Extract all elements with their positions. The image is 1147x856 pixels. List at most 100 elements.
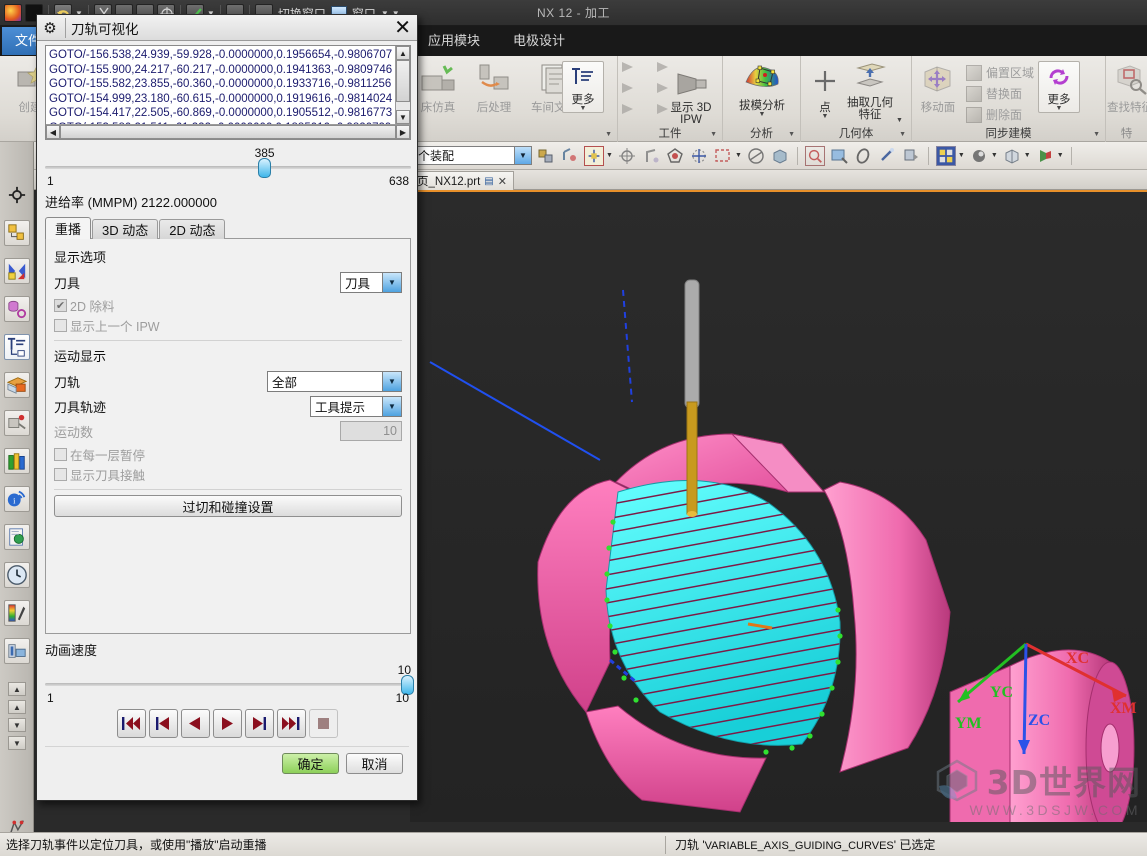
forward-to-end-button[interactable] (276, 709, 306, 738)
chevron-down-icon[interactable]: ▼ (759, 111, 766, 118)
ribbon-group-expand-icon[interactable]: ▼ (605, 131, 612, 138)
datum-csys-icon[interactable] (689, 146, 709, 166)
checkbox-icon[interactable] (54, 467, 67, 481)
checkbox-pause-each-layer[interactable]: 在每一层暂停 (54, 444, 402, 464)
ribbon-button-machine-simulation[interactable]: 床仿真 (410, 62, 466, 114)
zoom-window-icon[interactable] (804, 145, 825, 166)
move-object-icon[interactable] (617, 146, 637, 166)
tool-combo[interactable]: 刀具 ▼ (340, 271, 402, 293)
checkbox-icon[interactable] (54, 447, 67, 461)
ok-button[interactable]: 确定 (282, 753, 339, 774)
ribbon-group-expand-icon[interactable]: ▼ (710, 131, 717, 138)
event-slider-thumb[interactable] (257, 158, 271, 178)
ribbon-button-more-operations[interactable]: 更多 ▼ (562, 61, 604, 113)
tab-replay[interactable]: 重播 (45, 217, 92, 239)
fit-icon[interactable] (877, 146, 897, 166)
sidebar-item-assembly-navigator[interactable] (4, 220, 30, 246)
sidebar-item-system-scenes[interactable] (4, 638, 30, 664)
chevron-down-icon[interactable]: ▼ (991, 152, 998, 159)
graphics-viewport[interactable]: YC ZC XC YM XM 3D世界网 WWW.3DSJW.COM (410, 190, 1147, 822)
modified-icon[interactable]: ▤ (484, 176, 493, 187)
visual-icon[interactable] (969, 146, 989, 166)
ribbon-button-more-sync[interactable]: 更多 ▼ (1038, 61, 1080, 113)
ribbon-group-expand-icon[interactable]: ▼ (788, 131, 795, 138)
display-mode-icon[interactable] (1035, 146, 1055, 166)
goto-line[interactable]: GOTO/-155.582,23.855,-60.360,-0.0000000,… (46, 77, 393, 92)
event-slider-track[interactable] (45, 166, 411, 169)
rectangle-select-icon[interactable] (713, 146, 733, 166)
animation-speed-slider[interactable]: 10 1 10 (45, 663, 414, 705)
ipw-variant-icon[interactable] (622, 83, 633, 93)
goto-line[interactable]: GOTO/-155.900,24.217,-60.217,-0.0000000,… (46, 63, 393, 78)
animation-speed-track[interactable] (45, 683, 411, 686)
chevron-down-icon[interactable]: ▼ (382, 371, 401, 391)
ipw-variant-icon[interactable] (622, 62, 633, 72)
menu-electrode-design[interactable]: 电极设计 (505, 26, 573, 56)
stop-button[interactable] (308, 709, 338, 738)
scroll-up-button[interactable]: ▲ (396, 46, 410, 60)
sidebar-item-hd3d-tools[interactable] (4, 448, 30, 474)
chevron-down-icon[interactable]: ▼ (580, 105, 587, 112)
chevron-down-icon[interactable]: ▼ (822, 113, 829, 120)
tab-2d-dynamic[interactable]: 2D 动态 (159, 219, 226, 239)
scroll-thumb[interactable] (60, 125, 396, 139)
assembly-combo[interactable]: 个装配 ▼ (414, 146, 532, 165)
ipw-variant-icon[interactable] (622, 104, 633, 114)
nx-logo-icon[interactable] (4, 4, 22, 22)
checkbox-icon[interactable] (54, 318, 67, 332)
step-forward-button[interactable] (244, 709, 274, 738)
sidebar-item-operation-navigator[interactable] (4, 334, 30, 360)
chevron-down-icon[interactable]: ▼ (735, 152, 742, 159)
goto-line[interactable]: GOTO/-156.538,24.939,-59.928,-0.0000000,… (46, 48, 393, 63)
scroll-left-button[interactable]: ◀ (46, 125, 60, 139)
nav-prev-button[interactable]: ▲ (8, 700, 26, 714)
motion-count-field[interactable]: 10 (340, 421, 402, 441)
toolpath-combo[interactable]: 全部 ▼ (267, 370, 402, 392)
chevron-down-icon[interactable]: ▼ (1056, 105, 1063, 112)
step-back-to-start-button[interactable] (148, 709, 178, 738)
sidebar-item-history[interactable] (4, 524, 30, 550)
document-tab[interactable]: 页_NX12.prt ▤ ✕ (410, 171, 514, 190)
chevron-down-icon[interactable]: ▼ (382, 272, 401, 292)
wcs-origin-icon[interactable] (584, 145, 604, 166)
goto-line[interactable]: GOTO/-154.999,23.180,-60.615,-0.0000000,… (46, 92, 393, 107)
chevron-down-icon[interactable]: ▼ (1057, 152, 1064, 159)
nav-first-button[interactable]: ▲ (8, 682, 26, 696)
toolpath-visualization-dialog[interactable]: ⚙ 刀轨可视化 ✕ GOTO/-156.538,24.939,-59.928,-… (36, 14, 418, 801)
scroll-thumb[interactable] (396, 60, 410, 102)
goto-line[interactable]: GOTO/-154.417,22.505,-60.869,-0.0000000,… (46, 106, 393, 121)
chevron-down-icon[interactable]: ▼ (606, 152, 613, 159)
pan-icon[interactable] (829, 146, 849, 166)
menu-application-modules[interactable]: 应用模块 (420, 26, 488, 56)
ribbon-button-point[interactable]: 点 ▼ (806, 66, 844, 120)
sidebar-item-machining-wizard[interactable] (4, 410, 30, 436)
assembly-constraints-icon[interactable] (536, 146, 556, 166)
tab-3d-dynamic[interactable]: 3D 动态 (92, 219, 159, 239)
ribbon-button-find-feature[interactable]: 查找特征 (1102, 62, 1147, 114)
close-icon[interactable]: ✕ (498, 175, 507, 188)
snap-center-icon[interactable] (4, 182, 30, 208)
checkbox-previous-ipw[interactable]: 显示上一个 IPW (54, 315, 402, 335)
horizontal-scrollbar[interactable]: ◀ ▶ (46, 124, 410, 139)
chevron-down-icon[interactable]: ▼ (514, 147, 531, 164)
ribbon-button-draft-analysis[interactable]: 拔模分析 ▼ (728, 60, 796, 118)
ribbon-group-expand-icon[interactable]: ▼ (1093, 131, 1100, 138)
event-slider[interactable]: 385 1 638 (45, 146, 411, 188)
scroll-right-button[interactable]: ▶ (396, 125, 410, 139)
sidebar-item-reuse-library[interactable] (4, 372, 30, 398)
nav-next-button[interactable]: ▼ (8, 718, 26, 732)
gouge-collision-settings-button[interactable]: 过切和碰撞设置 (54, 495, 402, 517)
rewind-to-start-button[interactable] (116, 709, 146, 738)
sidebar-item-part-navigator[interactable] (4, 258, 30, 284)
shading-icon[interactable] (1002, 146, 1022, 166)
wcs-dynamics-icon[interactable] (641, 146, 661, 166)
ribbon-button-extract-geometry[interactable]: 抽取几何特征 (844, 61, 896, 121)
ribbon-group-expand-icon[interactable]: ▼ (899, 131, 906, 138)
goto-listbox[interactable]: GOTO/-156.538,24.939,-59.928,-0.0000000,… (45, 45, 411, 140)
nav-last-button[interactable]: ▼ (8, 736, 26, 750)
play-backward-button[interactable] (180, 709, 210, 738)
close-icon[interactable]: ✕ (394, 18, 411, 38)
ribbon-button-show-3d-ipw[interactable]: 显示 3D IPW (660, 70, 722, 126)
ribbon-button-move-face[interactable]: 移动面 (912, 62, 964, 114)
vertical-scrollbar[interactable]: ▲ ▼ (395, 46, 410, 124)
